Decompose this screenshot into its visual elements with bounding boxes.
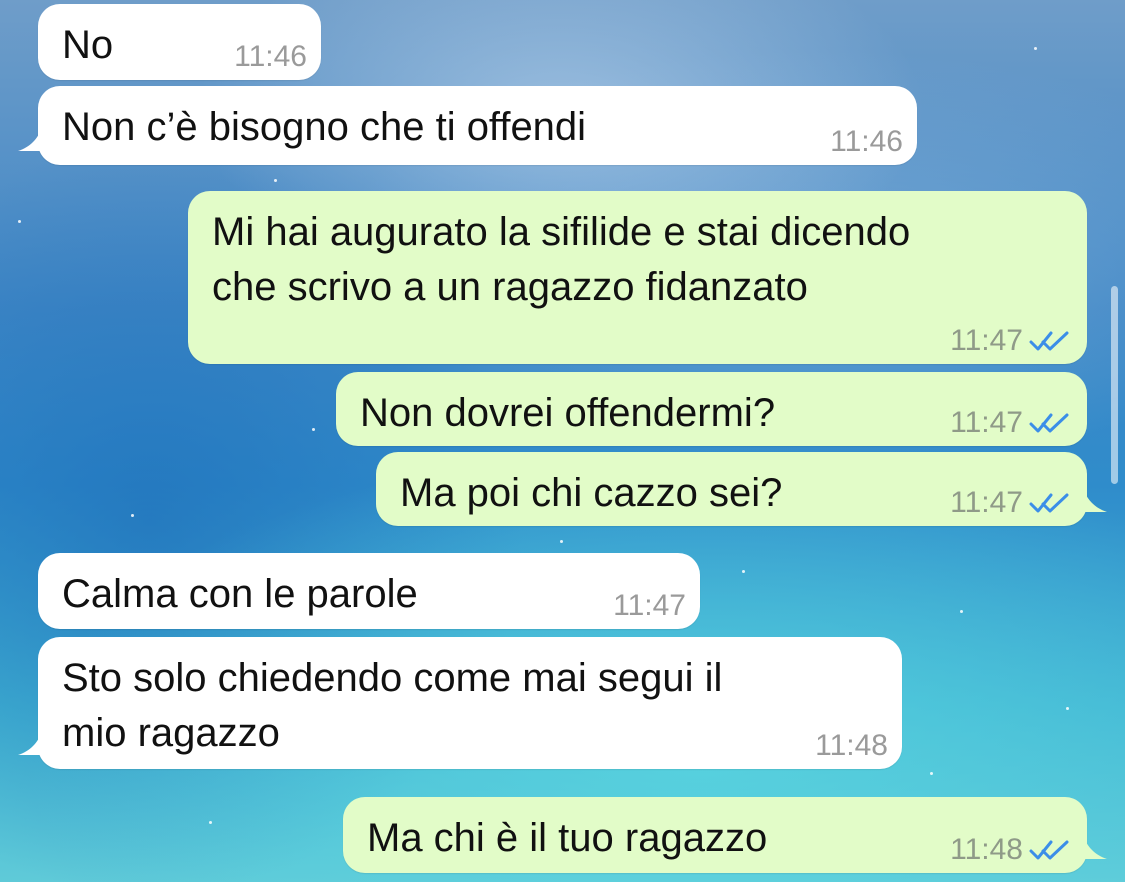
double-check-icon [1029,493,1069,513]
message-outgoing[interactable]: Ma poi chi cazzo sei? 11:47 [376,452,1107,526]
bubble-tail-icon [1073,488,1107,512]
message-outgoing[interactable]: Mi hai augurato la sifilide e stai dicen… [188,191,1087,364]
message-time: 11:48 [815,729,888,762]
scroll-indicator[interactable] [1111,286,1118,484]
message-outgoing[interactable]: Ma chi è il tuo ragazzo 11:48 [343,797,1107,873]
message-meta: 11:47 [950,488,1073,518]
message-time: 11:47 [950,486,1023,519]
bubble-tail-icon [18,731,52,755]
message-text: Non c’è bisogno che ti offendi [62,105,587,149]
message-text: Calma con le parole [62,572,418,616]
message-meta: 11:47 [613,591,686,621]
message-meta: 11:46 [234,42,307,72]
message-time: 11:46 [234,40,307,73]
message-incoming[interactable]: No 11:46 [38,4,321,80]
double-check-icon [1029,331,1069,351]
message-incoming[interactable]: Sto solo chiedendo come mai segui il mio… [18,637,902,769]
message-time: 11:48 [950,833,1023,866]
message-meta: 11:47 [950,408,1073,438]
message-meta: 11:46 [830,127,903,157]
message-time: 11:47 [950,406,1023,439]
double-check-icon [1029,840,1069,860]
message-text: Sto solo chiedendo come mai segui il mio… [62,656,723,755]
message-meta: 11:48 [950,835,1073,865]
message-text: Mi hai augurato la sifilide e stai dicen… [212,210,911,309]
message-incoming[interactable]: Calma con le parole 11:47 [38,553,700,629]
message-list[interactable]: No 11:46 Non c’è bisogno che ti offendi … [0,0,1125,882]
message-meta: 11:47 [950,326,1073,356]
message-time: 11:47 [950,324,1023,357]
message-time: 11:46 [830,125,903,158]
bubble-tail-icon [1073,835,1107,859]
message-meta: 11:48 [815,731,888,761]
bubble-tail-icon [18,127,52,151]
double-check-icon [1029,413,1069,433]
message-outgoing[interactable]: Non dovrei offendermi? 11:47 [336,372,1087,446]
message-incoming[interactable]: Non c’è bisogno che ti offendi 11:46 [18,86,917,165]
message-time: 11:47 [613,589,686,622]
